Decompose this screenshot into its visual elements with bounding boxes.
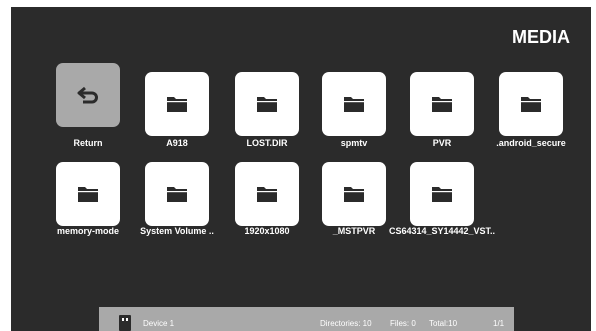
page-indicator: 1/1 [493, 319, 505, 328]
media-browser-screen: MEDIA Return A918 LOST.DIR spmtv PVR .an… [11, 7, 591, 331]
folder-item-lost-dir[interactable] [235, 72, 299, 136]
status-bar: Device 1 Directories: 10 Files: 0 Total:… [99, 307, 514, 331]
folder-item-1920x1080[interactable] [235, 162, 299, 226]
folder-icon [344, 97, 364, 112]
folder-icon [257, 187, 277, 202]
device-name: Device 1 [143, 319, 175, 328]
page-title: MEDIA [512, 27, 570, 47]
folder-icon [167, 97, 187, 112]
folder-item-cs64314[interactable] [410, 162, 474, 226]
folder-icon [257, 97, 277, 112]
folder-label: .android_secure [496, 138, 566, 148]
usb-drive-icon [119, 315, 131, 331]
folder-item-android-secure[interactable] [499, 72, 563, 136]
folder-icon [167, 187, 187, 202]
folder-item-spmtv[interactable] [322, 72, 386, 136]
return-button[interactable] [56, 63, 120, 127]
folder-icon [344, 187, 364, 202]
folder-item-memory-mode[interactable] [56, 162, 120, 226]
total-count: Total:10 [429, 319, 458, 328]
folder-item-pvr[interactable] [410, 72, 474, 136]
folder-item-mstpvr[interactable] [322, 162, 386, 226]
folder-icon [432, 187, 452, 202]
folder-icon [432, 97, 452, 112]
folder-item-a918[interactable] [145, 72, 209, 136]
folder-icon [78, 187, 98, 202]
folder-label: CS64314_SY14442_VST.. [388, 226, 496, 236]
directories-count: Directories: 10 [320, 319, 372, 328]
files-count: Files: 0 [390, 319, 416, 328]
return-icon [77, 86, 98, 104]
folder-item-system-volume[interactable] [145, 162, 209, 226]
folder-icon [521, 97, 541, 112]
